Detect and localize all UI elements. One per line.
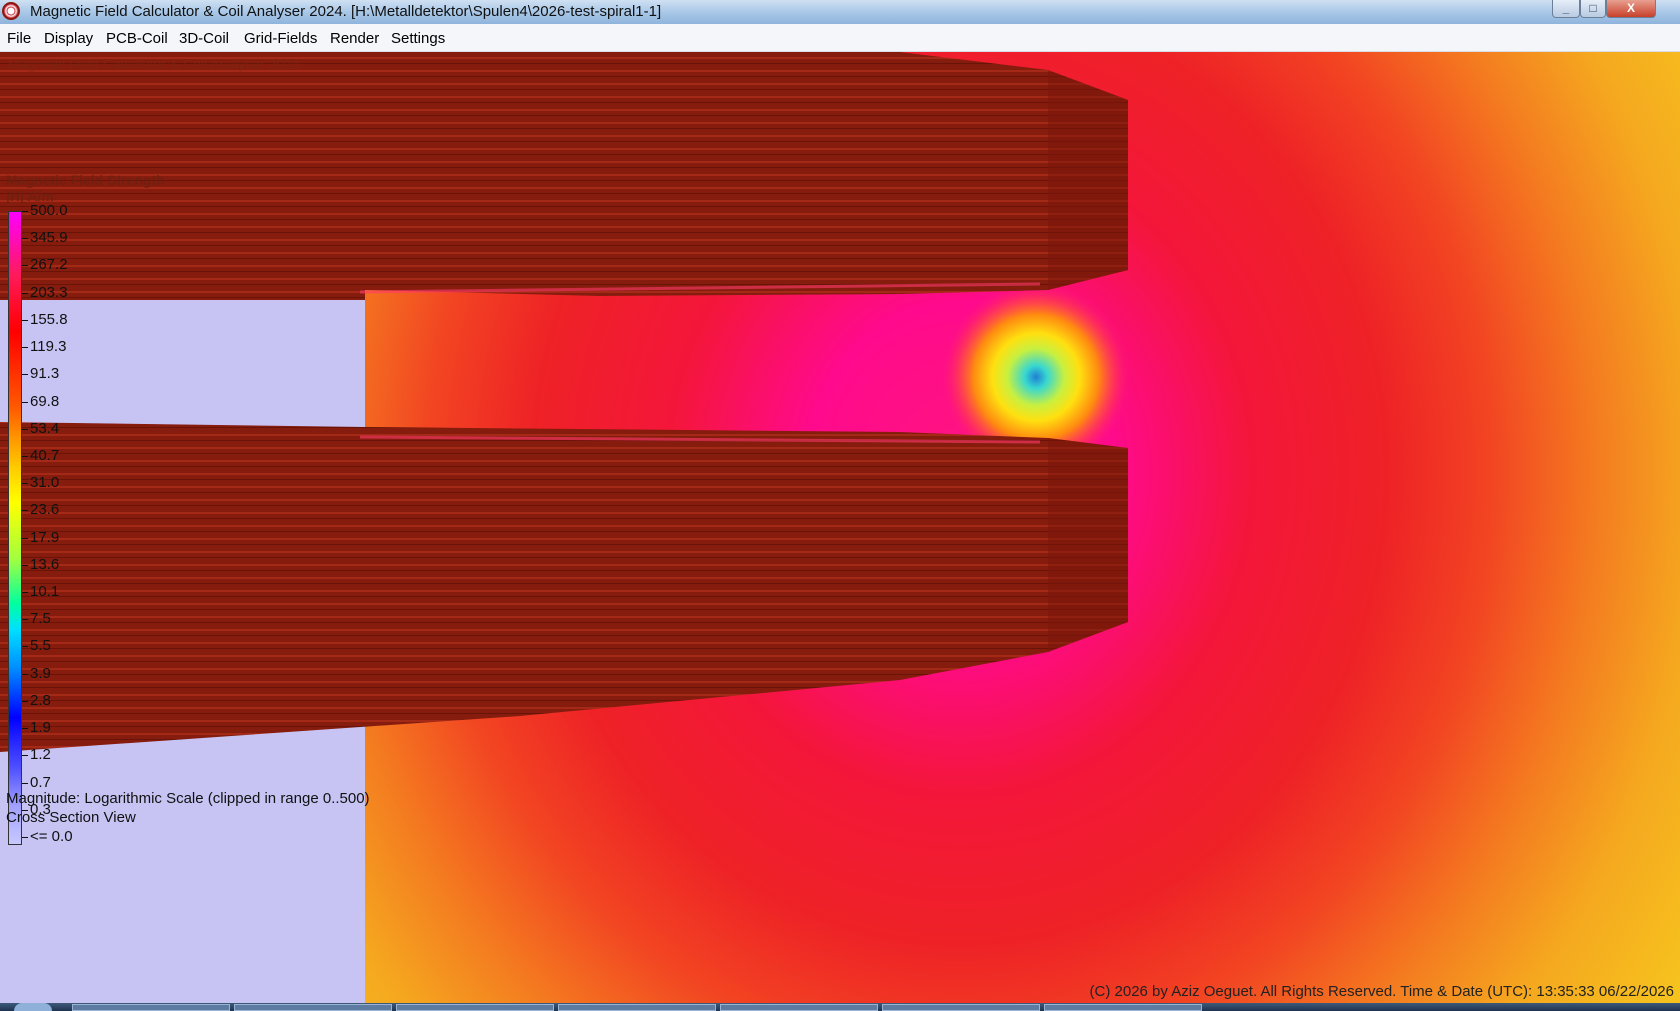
legend-tick-label: 10.1	[30, 583, 60, 600]
legend-tick	[22, 728, 28, 729]
legend-tick-label: 91.3	[30, 365, 60, 382]
legend-tick-label: 345.9	[30, 229, 68, 246]
maximize-icon: □	[1589, 1, 1597, 15]
legend-tick-label: 17.9	[30, 529, 60, 546]
legend-tick-label: 23.6	[30, 501, 60, 518]
legend-tick-label: 203.3	[30, 284, 68, 301]
legend-tick-label: 40.7	[30, 447, 60, 464]
legend-tick	[22, 783, 28, 784]
legend-tick-label: 267.2	[30, 256, 68, 273]
legend-tick	[22, 837, 28, 838]
legend-tick	[22, 456, 28, 457]
color-scale-bar	[8, 211, 22, 845]
taskbar-item[interactable]	[1044, 1004, 1202, 1011]
menu-pcb-coil[interactable]: PCB-Coil	[106, 30, 168, 47]
legend-tick	[22, 674, 28, 675]
legend-tick	[22, 701, 28, 702]
legend-tick-label: 31.0	[30, 474, 60, 491]
legend-tick-label: 119.3	[30, 338, 67, 355]
taskbar-item[interactable]	[72, 1004, 230, 1011]
legend-tick-label: 7.5	[30, 610, 51, 627]
legend-tick	[22, 755, 28, 756]
taskbar	[0, 1003, 1680, 1011]
window-title: Magnetic Field Calculator & Coil Analyse…	[30, 3, 662, 20]
legend-tick	[22, 374, 28, 375]
legend-tick	[22, 293, 28, 294]
legend-tick-label: 5.5	[30, 637, 51, 654]
legend-tick-label: 2.8	[30, 692, 51, 709]
legend-tick	[22, 265, 28, 266]
legend-tick-label: <= 0.0	[30, 828, 73, 845]
legend-title: Magnetic Field Strength |H| A/m	[6, 172, 165, 204]
title-bar: Magnetic Field Calculator & Coil Analyse…	[0, 0, 1680, 24]
taskbar-item[interactable]	[396, 1004, 554, 1011]
menu-bar: File Display PCB-Coil 3D-Coil Grid-Field…	[0, 24, 1680, 52]
legend-tick	[22, 619, 28, 620]
legend-tick	[22, 565, 28, 566]
magnitude-label: Magnitude: Logarithmic Scale (clipped in…	[6, 790, 370, 807]
legend-tick	[22, 510, 28, 511]
legend-tick-label: 1.9	[30, 719, 51, 736]
menu-render[interactable]: Render	[330, 30, 379, 47]
legend-tick	[22, 483, 28, 484]
taskbar-item[interactable]	[720, 1004, 878, 1011]
legend-title-text: Magnetic Field Strength	[6, 172, 165, 188]
legend-tick	[22, 211, 28, 212]
minimize-icon: _	[1562, 1, 1570, 15]
copyright-text: (C) 2026 by Aziz Oeguet. All Rights Rese…	[1089, 983, 1674, 1000]
render-viewport[interactable]: Magnetic Field Calculator & Coil Analyse…	[0, 52, 1680, 1003]
legend-tick	[22, 320, 28, 321]
menu-settings[interactable]: Settings	[391, 30, 445, 47]
menu-file[interactable]: File	[7, 30, 31, 47]
legend-tick	[22, 429, 28, 430]
view-label: Cross Section View	[6, 809, 136, 826]
menu-grid-fields[interactable]: Grid-Fields	[244, 30, 317, 47]
taskbar-item[interactable]	[882, 1004, 1040, 1011]
legend-tick-label: 3.9	[30, 665, 51, 682]
field-render	[0, 52, 1680, 1003]
legend-tick	[22, 238, 28, 239]
legend-tick	[22, 646, 28, 647]
legend-tick-label: 1.2	[30, 746, 51, 763]
menu-3d-coil[interactable]: 3D-Coil	[179, 30, 229, 47]
menu-display[interactable]: Display	[44, 30, 93, 47]
legend-tick-label: 13.6	[30, 556, 60, 573]
start-button[interactable]	[14, 1003, 52, 1011]
legend-tick-label: 69.8	[30, 393, 60, 410]
maximize-button[interactable]: □	[1580, 0, 1606, 18]
taskbar-item[interactable]	[234, 1004, 392, 1011]
minimize-button[interactable]: _	[1552, 0, 1580, 18]
legend-tick	[22, 402, 28, 403]
legend-tick-label: 155.8	[30, 311, 68, 328]
legend-tick	[22, 538, 28, 539]
legend-tick	[22, 592, 28, 593]
legend-tick-label: 53.4	[30, 420, 60, 437]
legend-tick	[22, 347, 28, 348]
close-icon: X	[1626, 1, 1635, 15]
taskbar-item[interactable]	[558, 1004, 716, 1011]
legend-tick-label: 0.7	[30, 774, 51, 791]
ghost-title-overlay: Magnetic Field Calculator & Coil Analyse…	[8, 56, 300, 72]
close-button[interactable]: X	[1606, 0, 1656, 18]
upper-coil-bundle	[0, 52, 1128, 300]
app-icon[interactable]	[2, 2, 20, 20]
legend-tick-label: 500.0	[30, 202, 68, 219]
